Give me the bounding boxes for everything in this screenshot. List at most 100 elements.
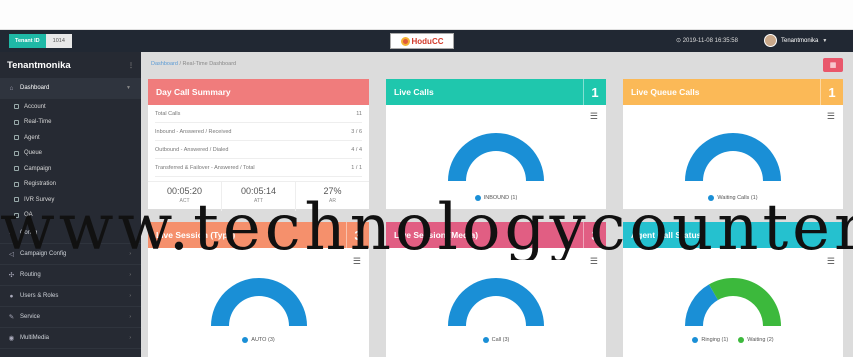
wrench-icon: ✎ [8,314,15,321]
legend-item[interactable]: Waiting (2) [738,337,774,343]
donut-segment-call[interactable] [448,278,544,326]
sidebar-subitem-account[interactable]: Account [0,99,141,115]
sidebar-subitem-label: Campaign [24,165,52,172]
sidebar-subitem-label: Queue [24,150,43,157]
legend-label: AUTO (3) [251,337,275,343]
donut-segment-waiting[interactable] [709,278,781,326]
sidebar-item-service[interactable]: ✎ Service › [0,307,141,328]
caret-down-icon: ▼ [822,37,828,44]
agent-call-status-chart [685,278,781,326]
sidebar-subitem-queue[interactable]: Queue [0,146,141,162]
card-count: 1 [583,79,606,105]
square-icon [14,166,19,172]
chart-legend: AUTO (3) [148,337,369,343]
day-call-summary-header: Day Call Summary [148,79,369,105]
donut-segment-inbound[interactable] [448,133,544,181]
card-title: Live Calls [394,87,434,97]
square-icon [14,181,19,187]
sidebar-subitem-label: Registration [24,181,57,188]
live-queue-calls-header: Live Queue Calls 1 [623,79,843,105]
stat-value: 00:05:14 [240,186,277,196]
day-call-summary-card: Day Call Summary Total Calls 11 Inbound -… [148,79,369,211]
sidebar-item-multimedia[interactable]: ◉ MultiMedia › [0,328,141,349]
current-datetime: ⊙ 2019-11-08 16:35:58 [676,37,738,44]
browser-top-area [0,0,853,30]
grid-icon: ▦ [829,62,837,69]
legend-item[interactable]: Call (3) [482,337,510,343]
routing-icon: ✣ [8,272,15,279]
donut-segment-waiting-calls[interactable] [685,133,781,181]
sidebar-toggle-icon[interactable]: ⋮ [128,62,134,69]
summary-label: Total Calls [155,110,181,117]
logo-mark-icon [400,36,410,46]
live-queue-chart [685,133,781,181]
user-menu[interactable]: Tenantmonika ▼ [764,34,827,47]
sidebar-item-routing[interactable]: ✣ Routing › [0,265,141,286]
dashboard-settings-button[interactable]: ▦ [823,58,843,72]
sidebar-subitem-label: Real-Time [24,119,52,126]
sidebar-subitem-registration[interactable]: Registration [0,177,141,193]
sidebar-item-label: Service [20,314,41,320]
sidebar-subitem-label: Agent [24,134,40,141]
user-name: Tenantmonika [781,37,819,44]
legend-dot [482,337,489,343]
summary-label: Transferred & Failover - Answered / Tota… [155,164,255,171]
summary-row: Total Calls 11 [155,105,362,123]
sidebar-item-dashboard[interactable]: ⌂ Dashboard ▼ [0,78,141,99]
chevron-down-icon: ▼ [126,85,131,91]
live-calls-header: Live Calls 1 [386,79,606,105]
live-session-type-chart [211,278,307,326]
sidebar-brand-name: Tenantmonika [7,59,71,71]
breadcrumb-home-link[interactable]: Dashboard [151,61,178,67]
square-icon [14,150,19,156]
summary-value: 11 [356,110,362,117]
sidebar-subitem-campaign[interactable]: Campaign [0,161,141,177]
watermark-text: www.technologycounter.com [0,196,853,260]
stat-value: 00:05:20 [166,186,203,196]
square-icon [14,135,19,141]
summary-row: Inbound - Answered / Received 3 / 6 [155,123,362,141]
stat-value: 27% [323,186,342,196]
users-icon: ● [9,292,14,300]
menu-icon[interactable]: ☰ [827,111,835,122]
tenant-id-badge: Tenant ID 1014 [9,34,72,48]
legend-dot [738,337,745,343]
summary-value: 1 / 1 [351,164,362,171]
live-calls-chart [448,133,544,181]
legend-item[interactable]: AUTO (3) [242,337,275,343]
chevron-right-icon: › [129,272,131,278]
summary-row: Transferred & Failover - Answered / Tota… [155,159,362,177]
sidebar-subitem-agent[interactable]: Agent [0,130,141,146]
legend-label: Call (3) [491,337,510,343]
summary-label: Outbound - Answered / Dialed [155,146,229,153]
chevron-right-icon: › [129,293,131,299]
app-logo[interactable]: HoduCC [390,33,454,49]
sidebar-subitem-real-time[interactable]: Real-Time [0,115,141,131]
home-icon: ⌂ [9,84,14,92]
sidebar-item-users-roles[interactable]: ● Users & Roles › [0,286,141,307]
multimedia-icon: ◉ [8,335,15,342]
legend-item[interactable]: Ringing (1) [692,337,728,343]
legend-dot [242,337,249,343]
summary-row: Outbound - Answered / Dialed 4 / 4 [155,141,362,159]
sidebar-item-label: Users & Roles [20,293,59,299]
sidebar-subitem-label: Account [24,103,46,110]
donut-segment-auto[interactable] [211,278,307,326]
sidebar-item-label: Routing [20,272,41,278]
legend-dot [692,337,699,343]
card-title: Day Call Summary [156,87,231,97]
top-navbar: Tenant ID 1014 HoduCC ⊙ 2019-11-08 16:35… [0,30,853,52]
clock-icon: ⊙ [676,38,682,44]
avatar [764,34,777,47]
live-session-media-chart [448,278,544,326]
card-title: Live Queue Calls [631,87,700,97]
square-icon [14,104,19,110]
chevron-right-icon: › [129,314,131,320]
breadcrumb-current: Real-Time Dashboard [182,61,237,67]
logo-text: HoduCC [411,36,444,46]
chart-legend: Ringing (1) Waiting (2) [623,337,843,343]
menu-icon[interactable]: ☰ [590,111,598,122]
summary-label: Inbound - Answered / Received [155,128,232,135]
tenant-id-value: 1014 [45,34,72,48]
sidebar-item-label: Dashboard [20,85,50,91]
